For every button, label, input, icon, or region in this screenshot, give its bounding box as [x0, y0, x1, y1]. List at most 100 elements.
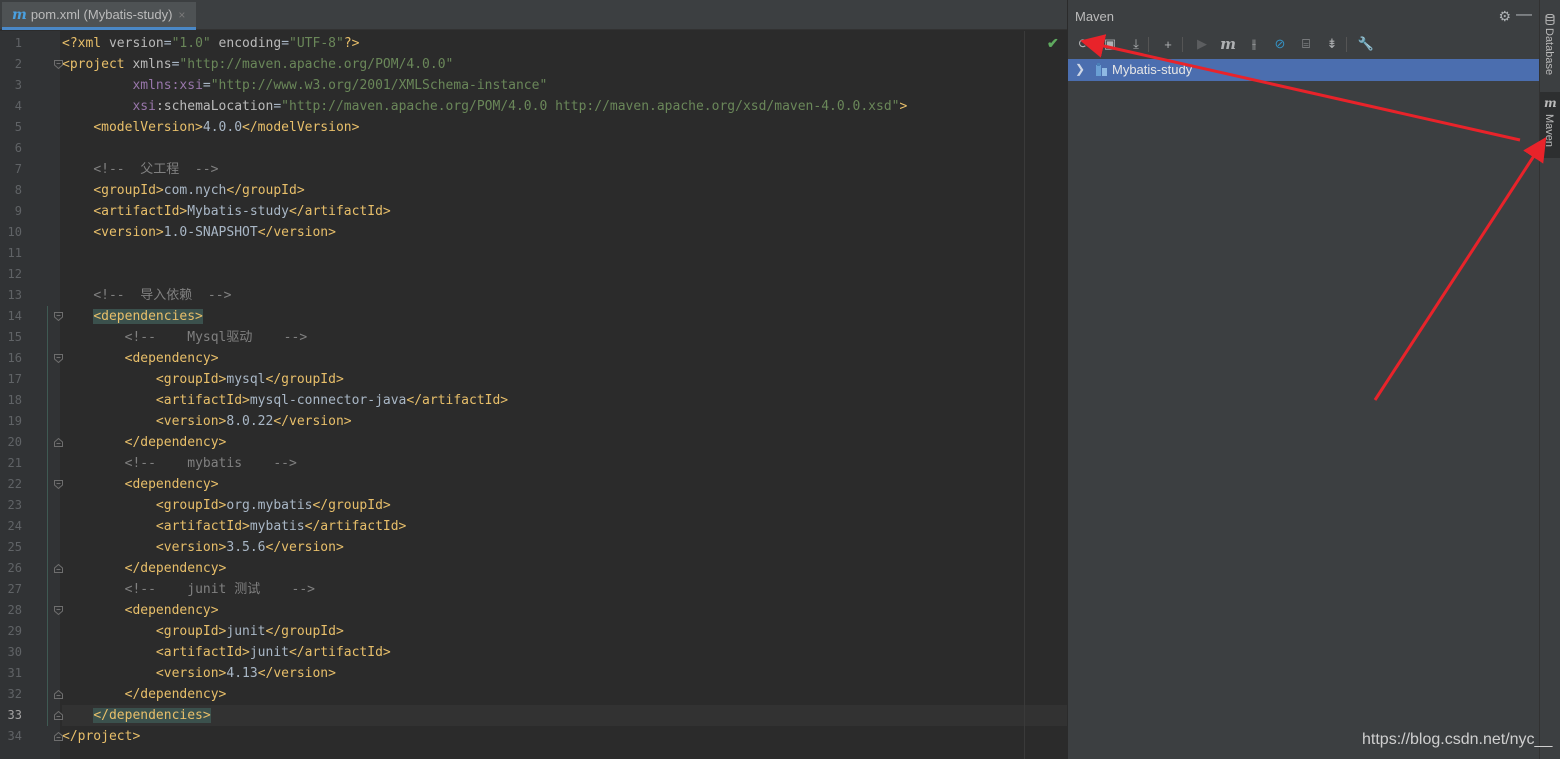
- fold-close-icon[interactable]: [54, 711, 63, 720]
- code-line[interactable]: <version>8.0.22</version>: [62, 411, 1067, 432]
- line-number: 10: [7, 225, 22, 239]
- fold-open-icon[interactable]: [54, 606, 63, 615]
- add-icon[interactable]: +: [1158, 34, 1178, 54]
- code-line[interactable]: </dependency>: [62, 432, 1067, 453]
- code-token: <groupId>: [155, 498, 227, 513]
- maven-toolbar: ⟳ ▣ ⤓ + ▶ m ⫲ ⊘ ⌸ ⇟ 🔧: [1068, 31, 1539, 58]
- line-number: 1: [14, 36, 22, 50]
- download-icon[interactable]: ⤓: [1126, 34, 1146, 54]
- code-line[interactable]: <artifactId>junit</artifactId>: [62, 642, 1067, 663]
- tree-item-label: Mybatis-study: [1112, 62, 1193, 77]
- line-number: 15: [7, 330, 22, 344]
- skip-tests-icon[interactable]: ⊘: [1270, 34, 1290, 54]
- code-line[interactable]: <?xml version="1.0" encoding="UTF-8"?>: [62, 33, 1067, 54]
- toolbar-separator: [1346, 37, 1347, 52]
- code-line[interactable]: <!-- 父工程 -->: [62, 159, 1067, 180]
- code-token: <?xml: [62, 36, 109, 51]
- gear-icon[interactable]: ⚙: [1498, 8, 1511, 25]
- minimize-icon[interactable]: —: [1516, 6, 1532, 24]
- tree-item-mybatis-study[interactable]: ❯ Mybatis-study: [1068, 59, 1539, 81]
- generate-sources-icon[interactable]: ▣: [1100, 34, 1120, 54]
- code-token: </dependency>: [124, 435, 227, 450]
- code-token: =: [202, 78, 211, 93]
- tab-pom-xml[interactable]: m pom.xml (Mybatis-study) ×: [2, 2, 196, 30]
- code-line[interactable]: <project xmlns="http://maven.apache.org/…: [62, 54, 1067, 75]
- code-line[interactable]: <!-- mybatis -->: [62, 453, 1067, 474]
- code-line[interactable]: <dependency>: [62, 348, 1067, 369]
- code-line[interactable]: <!-- Mysql驱动 -->: [62, 327, 1067, 348]
- code-token: </version>: [273, 414, 352, 429]
- line-number-gutter: 1 2 3 4 5 6 7 8 9 10 11 12 13 14 15 16 17 18 19 20 21 22 23 24 2…: [0, 31, 60, 759]
- line-number: 3: [14, 78, 22, 92]
- code-token: </project>: [62, 729, 141, 744]
- code-token: </dependencies>: [93, 708, 211, 723]
- code-line[interactable]: <!-- junit 测试 -->: [62, 579, 1067, 600]
- close-tab-icon[interactable]: ×: [178, 8, 185, 22]
- code-line[interactable]: <!-- 导入依赖 -->: [62, 285, 1067, 306]
- line-number: 16: [7, 351, 22, 365]
- code-line[interactable]: <version>4.13</version>: [62, 663, 1067, 684]
- line-number: 21: [7, 456, 22, 470]
- fold-close-icon[interactable]: [54, 564, 63, 573]
- maven-header: Maven ⚙ —: [1068, 0, 1539, 31]
- side-tab-maven[interactable]: m Maven: [1540, 92, 1560, 158]
- code-line[interactable]: [62, 264, 1067, 285]
- code-line[interactable]: <dependencies>: [62, 306, 1067, 327]
- fold-close-icon[interactable]: [54, 438, 63, 447]
- code-line[interactable]: xsi:schemaLocation="http://maven.apache.…: [62, 96, 1067, 117]
- code-line[interactable]: </dependencies>: [62, 705, 1067, 726]
- code-area[interactable]: <?xml version="1.0" encoding="UTF-8"?> <p…: [62, 31, 1067, 759]
- code-line[interactable]: <groupId>mysql</groupId>: [62, 369, 1067, 390]
- fold-close-icon[interactable]: [54, 732, 63, 741]
- show-dependencies-icon[interactable]: ⌸: [1296, 34, 1316, 54]
- right-margin-guide: [1024, 31, 1025, 759]
- code-line[interactable]: <dependency>: [62, 474, 1067, 495]
- code-line[interactable]: [62, 243, 1067, 264]
- toggle-offline-icon[interactable]: ⫲: [1244, 34, 1264, 54]
- reload-icon[interactable]: ⟳: [1074, 34, 1094, 54]
- code-line[interactable]: <groupId>org.mybatis</groupId>: [62, 495, 1067, 516]
- fold-open-icon[interactable]: [54, 480, 63, 489]
- fold-open-icon[interactable]: [54, 312, 63, 321]
- code-line[interactable]: [62, 138, 1067, 159]
- line-number: 23: [7, 498, 22, 512]
- execute-goal-icon[interactable]: m: [1218, 34, 1238, 54]
- code-token: xsi: [132, 99, 156, 114]
- code-line[interactable]: </dependency>: [62, 684, 1067, 705]
- code-line[interactable]: <groupId>junit</groupId>: [62, 621, 1067, 642]
- maven-title: Maven: [1075, 9, 1115, 24]
- code-line[interactable]: xmlns:xsi="http://www.w3.org/2001/XMLSch…: [62, 75, 1067, 96]
- fold-open-icon[interactable]: [54, 60, 63, 69]
- code-line[interactable]: <groupId>com.nych</groupId>: [62, 180, 1067, 201]
- code-token: <groupId>: [155, 372, 227, 387]
- fold-open-icon[interactable]: [54, 354, 63, 363]
- code-token: </version>: [265, 540, 344, 555]
- code-line[interactable]: <dependency>: [62, 600, 1067, 621]
- code-line[interactable]: <modelVersion>4.0.0</modelVersion>: [62, 117, 1067, 138]
- side-tab-database[interactable]: Database: [1540, 10, 1560, 82]
- code-line[interactable]: <artifactId>mybatis</artifactId>: [62, 516, 1067, 537]
- settings-wrench-icon[interactable]: 🔧: [1356, 34, 1376, 54]
- code-token: 1.0-SNAPSHOT: [163, 225, 258, 240]
- line-number: 2: [14, 57, 22, 71]
- code-line[interactable]: <version>1.0-SNAPSHOT</version>: [62, 222, 1067, 243]
- code-line[interactable]: </dependency>: [62, 558, 1067, 579]
- code-line[interactable]: </project>: [62, 726, 1067, 747]
- code-token: <dependencies>: [93, 309, 203, 324]
- code-token: <!-- junit 测试 -->: [124, 582, 315, 597]
- fold-close-icon[interactable]: [54, 690, 63, 699]
- code-token: xmlns:xsi: [132, 78, 203, 93]
- code-line[interactable]: <version>3.5.6</version>: [62, 537, 1067, 558]
- collapse-all-icon[interactable]: ⇟: [1322, 34, 1342, 54]
- chevron-right-icon[interactable]: ❯: [1075, 62, 1085, 76]
- code-line[interactable]: <artifactId>Mybatis-study</artifactId>: [62, 201, 1067, 222]
- code-line[interactable]: <artifactId>mysql-connector-java</artifa…: [62, 390, 1067, 411]
